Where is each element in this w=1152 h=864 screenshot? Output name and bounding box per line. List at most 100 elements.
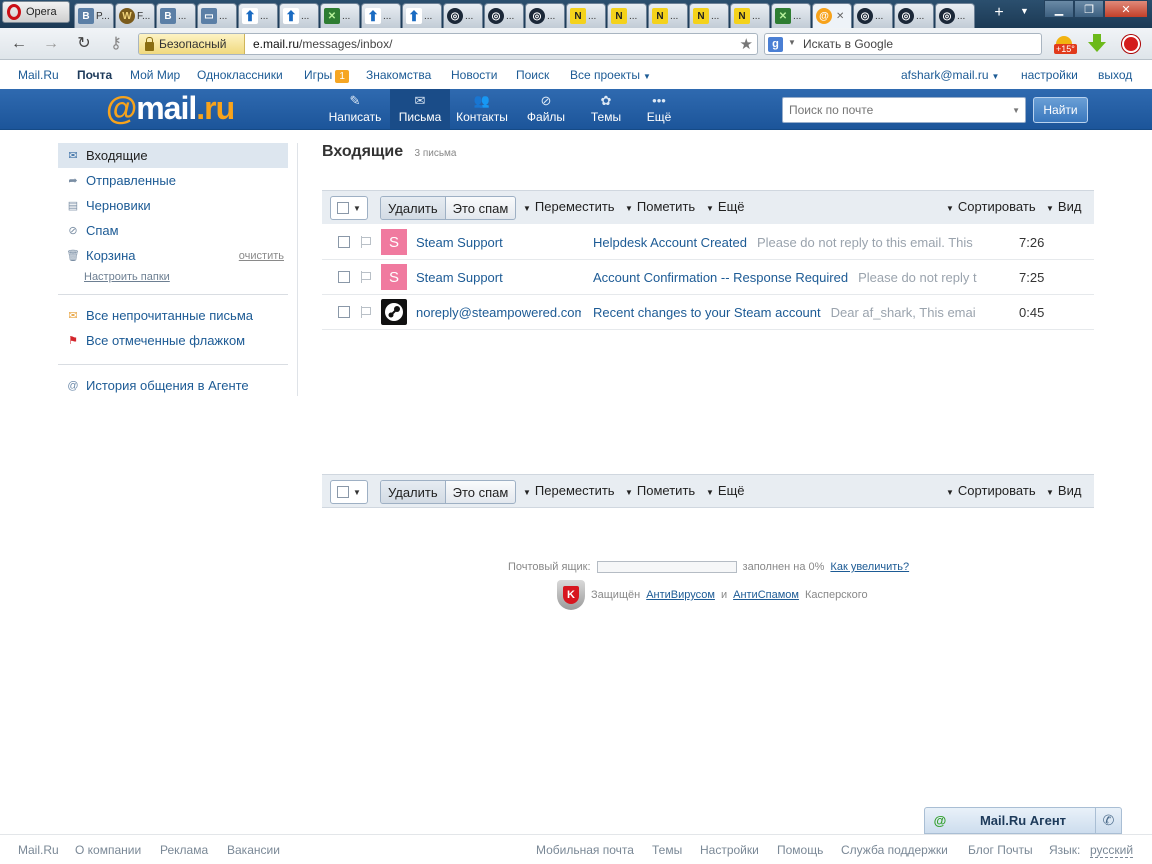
nav-poisk-link[interactable]: Поиск <box>516 68 549 82</box>
more-actions-dropdown[interactable]: ▼ Ещё <box>706 483 745 498</box>
opera-menu-button[interactable]: Opera <box>2 1 70 23</box>
stop-icon[interactable] <box>1122 35 1140 53</box>
folder-sent[interactable]: ➦ Отправленные <box>58 168 288 193</box>
message-checkbox[interactable] <box>338 236 350 248</box>
select-all-checkbox[interactable] <box>337 202 350 214</box>
tab[interactable]: B P... <box>74 3 114 28</box>
nav-mailru-link[interactable]: Mail.Ru <box>18 68 59 82</box>
minimize-button[interactable]: ▁ <box>1044 0 1074 18</box>
language-selector[interactable]: русский <box>1090 843 1134 858</box>
message-sender[interactable]: Steam Support <box>416 270 581 285</box>
footer-ads-link[interactable]: Реклама <box>160 843 208 857</box>
nav-moymir-link[interactable]: Мой Мир <box>130 68 180 82</box>
back-arrow-icon[interactable]: ← <box>8 34 30 54</box>
files-tab[interactable]: ⊘ Файлы <box>516 89 576 129</box>
restore-button[interactable]: ❐ <box>1074 0 1104 18</box>
nav-pochta-link[interactable]: Почта <box>77 68 112 82</box>
clear-trash-link[interactable]: очистить <box>239 250 284 262</box>
find-button[interactable]: Найти <box>1033 97 1088 123</box>
mailru-logo[interactable]: @mail.ru <box>106 90 235 127</box>
tab-menu-chevron-down-icon[interactable]: ▼ <box>1020 6 1029 16</box>
all-unread-link[interactable]: ✉ Все непрочитанные письма <box>58 303 288 328</box>
mailru-agent-bar[interactable]: @ Mail.Ru Агент ✆ <box>924 807 1122 834</box>
web-search-field[interactable]: g ▼ Искать в Google <box>764 33 1042 55</box>
message-checkbox[interactable] <box>338 271 350 283</box>
mark-dropdown[interactable]: ▼ Пометить <box>625 483 695 498</box>
tab[interactable]: ◎... <box>894 3 934 28</box>
search-options-chevron-down-icon[interactable]: ▼ <box>1012 106 1020 115</box>
select-all-dropdown[interactable]: ▼ <box>330 196 368 220</box>
more-tab[interactable]: ••• Ещё <box>636 89 682 129</box>
user-email[interactable]: afshark@mail.ru <box>901 68 989 82</box>
increase-quota-link[interactable]: Как увеличить? <box>830 561 909 573</box>
mark-dropdown[interactable]: ▼ Пометить <box>625 199 695 214</box>
nav-igry[interactable]: Игры 1 <box>304 68 349 83</box>
letters-tab[interactable]: ✉ Письма <box>390 89 450 129</box>
flag-icon[interactable] <box>360 236 372 248</box>
tab[interactable]: ⬆... <box>238 3 278 28</box>
message-subject-line[interactable]: Account Confirmation -- Response Require… <box>593 270 983 285</box>
reload-icon[interactable]: ↻ <box>73 34 95 54</box>
message-sender[interactable]: Steam Support <box>416 235 581 250</box>
tab[interactable]: ◎... <box>484 3 524 28</box>
folder-spam[interactable]: ⊘ Спам <box>58 218 288 243</box>
tab[interactable]: ✕... <box>320 3 360 28</box>
message-row[interactable]: S Steam Support Helpdesk Account Created Pl… <box>322 225 1094 260</box>
nav-odnoklassniki-link[interactable]: Одноклассники <box>197 68 283 82</box>
message-row[interactable]: noreply@steampowered.com Recent changes t… <box>322 295 1094 330</box>
select-all-dropdown[interactable]: ▼ <box>330 480 368 504</box>
message-checkbox[interactable] <box>338 306 350 318</box>
logout-link[interactable]: выход <box>1098 68 1132 82</box>
compose-button[interactable]: ✎ Написать <box>322 89 388 129</box>
footer-mailru-link[interactable]: Mail.Ru <box>18 843 59 857</box>
tab[interactable]: ◎... <box>935 3 975 28</box>
user-menu[interactable]: afshark@mail.ru ▼ <box>901 68 999 82</box>
nav-all-projects[interactable]: Все проекты ▼ <box>570 68 651 82</box>
footer-mobile-link[interactable]: Мобильная почта <box>536 843 634 857</box>
message-subject-line[interactable]: Recent changes to your Steam account Dear… <box>593 305 983 320</box>
tab[interactable]: N... <box>689 3 729 28</box>
phone-icon[interactable]: ✆ <box>1095 808 1121 833</box>
select-all-checkbox[interactable] <box>337 486 350 498</box>
delete-button[interactable]: Удалить <box>381 197 446 219</box>
security-badge[interactable]: Безопасный <box>139 34 245 54</box>
view-dropdown[interactable]: ▼ Вид <box>1046 199 1081 214</box>
tab[interactable]: B... <box>156 3 196 28</box>
setup-folders-link[interactable]: Настроить папки <box>84 271 288 283</box>
delete-button[interactable]: Удалить <box>381 481 446 503</box>
tab[interactable]: ✕... <box>771 3 811 28</box>
all-flagged-link[interactable]: ⚑ Все отмеченные флажком <box>58 328 288 353</box>
search-engine-chevron-down-icon[interactable]: ▼ <box>788 38 796 47</box>
tab[interactable]: ◎... <box>853 3 893 28</box>
antivirus-link[interactable]: АнтиВирусом <box>646 589 715 601</box>
spam-button[interactable]: Это спам <box>446 481 516 503</box>
folder-trash[interactable]: 🗑 Корзина очистить <box>58 243 288 268</box>
tab[interactable]: W F... <box>115 3 155 28</box>
tab[interactable]: ▭... <box>197 3 237 28</box>
settings-link[interactable]: настройки <box>1021 68 1078 82</box>
mail-search-input[interactable] <box>783 98 983 122</box>
tab[interactable]: N... <box>648 3 688 28</box>
footer-themes-link[interactable]: Темы <box>652 843 682 857</box>
nav-novosti-link[interactable]: Новости <box>451 68 497 82</box>
move-dropdown[interactable]: ▼ Переместить <box>523 483 615 498</box>
sort-dropdown[interactable]: ▼ Сортировать <box>946 199 1036 214</box>
move-dropdown[interactable]: ▼ Переместить <box>523 199 615 214</box>
footer-support-link[interactable]: Служба поддержки <box>841 843 948 857</box>
view-dropdown[interactable]: ▼ Вид <box>1046 483 1081 498</box>
close-window-button[interactable]: ✕ <box>1104 0 1148 18</box>
new-tab-button[interactable]: + <box>990 4 1008 22</box>
more-actions-dropdown[interactable]: ▼ Ещё <box>706 199 745 214</box>
nav-igry-link[interactable]: Игры <box>304 68 332 82</box>
footer-about-link[interactable]: О компании <box>75 843 141 857</box>
antispam-link[interactable]: АнтиСпамом <box>733 589 799 601</box>
tab[interactable]: ⬆... <box>402 3 442 28</box>
bookmark-star-icon[interactable]: ★ <box>740 35 753 53</box>
flag-icon[interactable] <box>360 271 372 283</box>
spam-button[interactable]: Это спам <box>446 197 516 219</box>
weather-widget[interactable]: +15° <box>1054 34 1078 56</box>
footer-help-link[interactable]: Помощь <box>777 843 823 857</box>
tab[interactable]: ◎... <box>525 3 565 28</box>
sort-dropdown[interactable]: ▼ Сортировать <box>946 483 1036 498</box>
url-field[interactable]: Безопасный e.mail.ru/messages/inbox/ ★ <box>138 33 758 55</box>
